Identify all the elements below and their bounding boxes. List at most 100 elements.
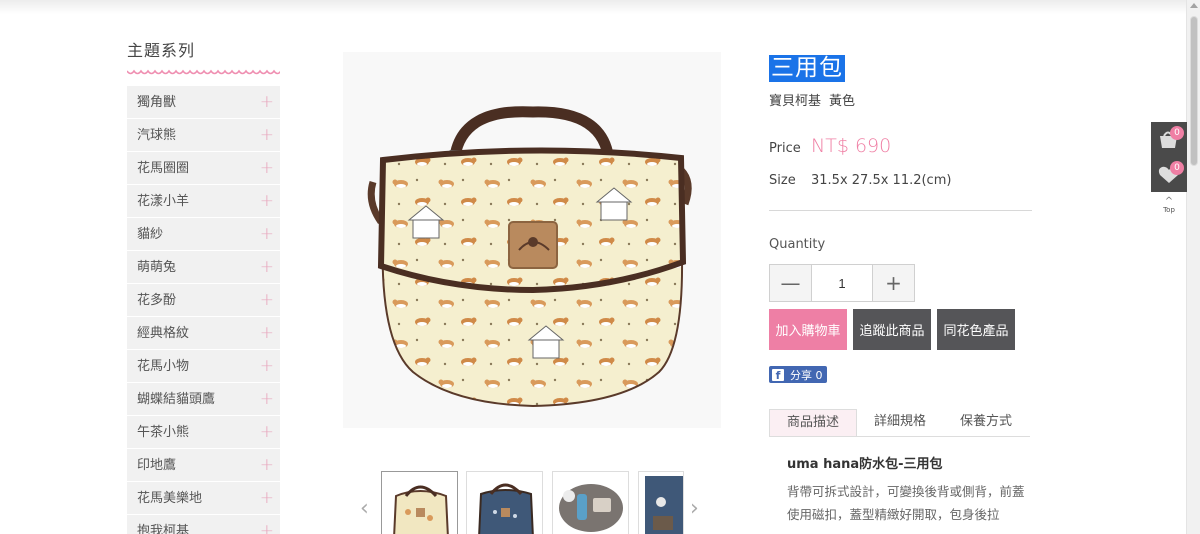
quantity-minus-button[interactable]: — (770, 265, 811, 301)
sidebar-item[interactable]: 汽球熊 + (127, 119, 280, 152)
quantity-input[interactable] (811, 265, 873, 301)
plus-icon[interactable]: + (260, 350, 274, 383)
top-label: Top (1163, 206, 1175, 214)
thumbnail-bag-back-icon (639, 472, 683, 534)
product-title: 三用包 (769, 55, 845, 82)
sidebar-item[interactable]: 午茶小熊 + (127, 416, 280, 449)
sidebar-item-label: 獨角獸 (137, 95, 177, 110)
sidebar-item-label: 貓紗 (137, 227, 164, 242)
sidebar-item[interactable]: 經典格紋 + (127, 317, 280, 350)
facebook-share-button[interactable]: f 分享 0 (769, 366, 827, 383)
quantity-plus-button[interactable]: + (873, 265, 914, 301)
plus-icon[interactable]: + (260, 119, 274, 152)
thumbnail-2[interactable] (466, 471, 543, 534)
thumbnail-bag-yellow-icon (382, 472, 457, 534)
size-row: Size 31.5x 27.5x 11.2(cm) (769, 173, 1039, 188)
sidebar-item-label: 花馬美樂地 (137, 491, 203, 506)
price-label: Price (769, 141, 801, 156)
theme-sidebar: 主題系列 獨角獸 + 汽球熊 + 花馬圈圈 + 花漾小羊 + 貓紗 + 萌萌兔 + 花多酚 +… (126, 40, 282, 534)
sidebar-item-label: 萌萌兔 (137, 260, 177, 275)
sidebar-item-label: 花漾小羊 (137, 194, 190, 209)
plus-icon[interactable]: + (260, 218, 274, 251)
facebook-icon: f (772, 368, 784, 382)
sidebar-item[interactable]: 抱我柯基 + (127, 515, 280, 534)
sidebar-item-label: 午茶小熊 (137, 425, 190, 440)
floating-wishlist-button[interactable]: 0 (1151, 157, 1187, 192)
plus-icon[interactable]: + (260, 515, 274, 534)
sidebar-item-label: 經典格紋 (137, 326, 190, 341)
thumbnail-bag-denim-icon (467, 472, 542, 534)
chevron-right-icon[interactable]: › (690, 496, 699, 521)
quantity-label: Quantity (769, 237, 826, 252)
sidebar-item[interactable]: 獨角獸 + (127, 86, 280, 119)
tab-specs[interactable]: 詳細規格 (857, 409, 943, 436)
bag-image-icon (343, 52, 721, 428)
product-series: 寶貝柯基 (769, 94, 822, 109)
thumbnail-3[interactable] (552, 471, 629, 534)
info-divider (769, 210, 1032, 211)
tab-care[interactable]: 保養方式 (943, 409, 1029, 436)
chevron-up-icon: ^ (1164, 196, 1174, 207)
description-title: uma hana防水包-三用包 (787, 457, 943, 472)
thumbnail-4[interactable] (638, 471, 684, 534)
sidebar-item[interactable]: 花漾小羊 + (127, 185, 280, 218)
plus-icon[interactable]: + (260, 251, 274, 284)
sidebar-item[interactable]: 花馬圈圈 + (127, 152, 280, 185)
thumbnail-1[interactable] (381, 471, 458, 534)
back-to-top-button[interactable]: ^ Top (1159, 196, 1179, 215)
wavy-divider-icon (126, 69, 282, 75)
product-subtitle: 寶貝柯基 黃色 (769, 90, 1039, 109)
product-color: 黃色 (829, 94, 856, 109)
quantity-stepper: — + (769, 264, 915, 302)
plus-icon[interactable]: + (260, 317, 274, 350)
size-value: 31.5x 27.5x 11.2(cm) (811, 173, 952, 188)
page-scrollbar[interactable] (1186, 0, 1200, 534)
sidebar-item-label: 花馬圈圈 (137, 161, 190, 176)
tab-description[interactable]: 商品描述 (769, 409, 858, 436)
scrollbar-thumb[interactable] (1190, 16, 1198, 166)
browser-top-edge (0, 0, 1186, 14)
sidebar-item[interactable]: 萌萌兔 + (127, 251, 280, 284)
product-info: 三用包 寶貝柯基 黃色 Price NT$ 690 Size 31.5x 27.5… (769, 55, 1039, 526)
track-product-button[interactable]: 追蹤此商品 (853, 309, 931, 350)
price-row: Price NT$ 690 (769, 135, 1039, 157)
size-label: Size (769, 173, 796, 188)
scroll-up-arrow-icon[interactable] (1190, 3, 1198, 8)
plus-icon[interactable]: + (260, 152, 274, 185)
sidebar-item-label: 印地鷹 (137, 458, 177, 473)
wishlist-count-badge: 0 (1170, 161, 1184, 175)
sidebar-item-label: 抱我柯基 (137, 524, 190, 534)
sidebar-item[interactable]: 蝴蝶結貓頭鷹 + (127, 383, 280, 416)
sidebar-item[interactable]: 花馬美樂地 + (127, 482, 280, 515)
plus-icon[interactable]: + (260, 185, 274, 218)
theme-list: 獨角獸 + 汽球熊 + 花馬圈圈 + 花漾小羊 + 貓紗 + 萌萌兔 + 花多酚 + 經典格紋… (127, 86, 280, 534)
add-to-cart-button[interactable]: 加入購物車 (769, 309, 847, 350)
sidebar-item[interactable]: 貓紗 + (127, 218, 280, 251)
description-body: 背帶可拆式設計，可變換後背或側背，前蓋使用磁扣，蓋型精緻好開取，包身後拉 (787, 484, 1025, 522)
sidebar-item-label: 花多酚 (137, 293, 177, 308)
sidebar-item[interactable]: 花馬小物 + (127, 350, 280, 383)
thumbnail-carousel: ‹ › (356, 470, 706, 534)
action-buttons: 加入購物車 追蹤此商品 同花色產品 (769, 309, 1039, 350)
product-tabs: 商品描述 詳細規格 保養方式 (769, 409, 1030, 437)
thumbnail-bag-inside-icon (553, 472, 628, 534)
floating-cart-button[interactable]: 0 (1151, 122, 1187, 157)
cart-count-badge: 0 (1170, 126, 1184, 140)
plus-icon[interactable]: + (260, 284, 274, 317)
plus-icon[interactable]: + (260, 449, 274, 482)
sidebar-item-label: 蝴蝶結貓頭鷹 (137, 392, 216, 407)
product-main-image[interactable] (343, 52, 721, 428)
plus-icon[interactable]: + (260, 416, 274, 449)
chevron-left-icon[interactable]: ‹ (360, 496, 369, 521)
price-value: NT$ 690 (811, 135, 892, 157)
sidebar-title: 主題系列 (127, 41, 196, 60)
sidebar-item-label: 汽球熊 (137, 128, 177, 143)
plus-icon[interactable]: + (260, 86, 274, 119)
same-pattern-button[interactable]: 同花色產品 (937, 309, 1015, 350)
sidebar-item[interactable]: 印地鷹 + (127, 449, 280, 482)
sidebar-item-label: 花馬小物 (137, 359, 190, 374)
sidebar-item[interactable]: 花多酚 + (127, 284, 280, 317)
plus-icon[interactable]: + (260, 383, 274, 416)
share-label: 分享 0 (790, 368, 823, 382)
plus-icon[interactable]: + (260, 482, 274, 515)
